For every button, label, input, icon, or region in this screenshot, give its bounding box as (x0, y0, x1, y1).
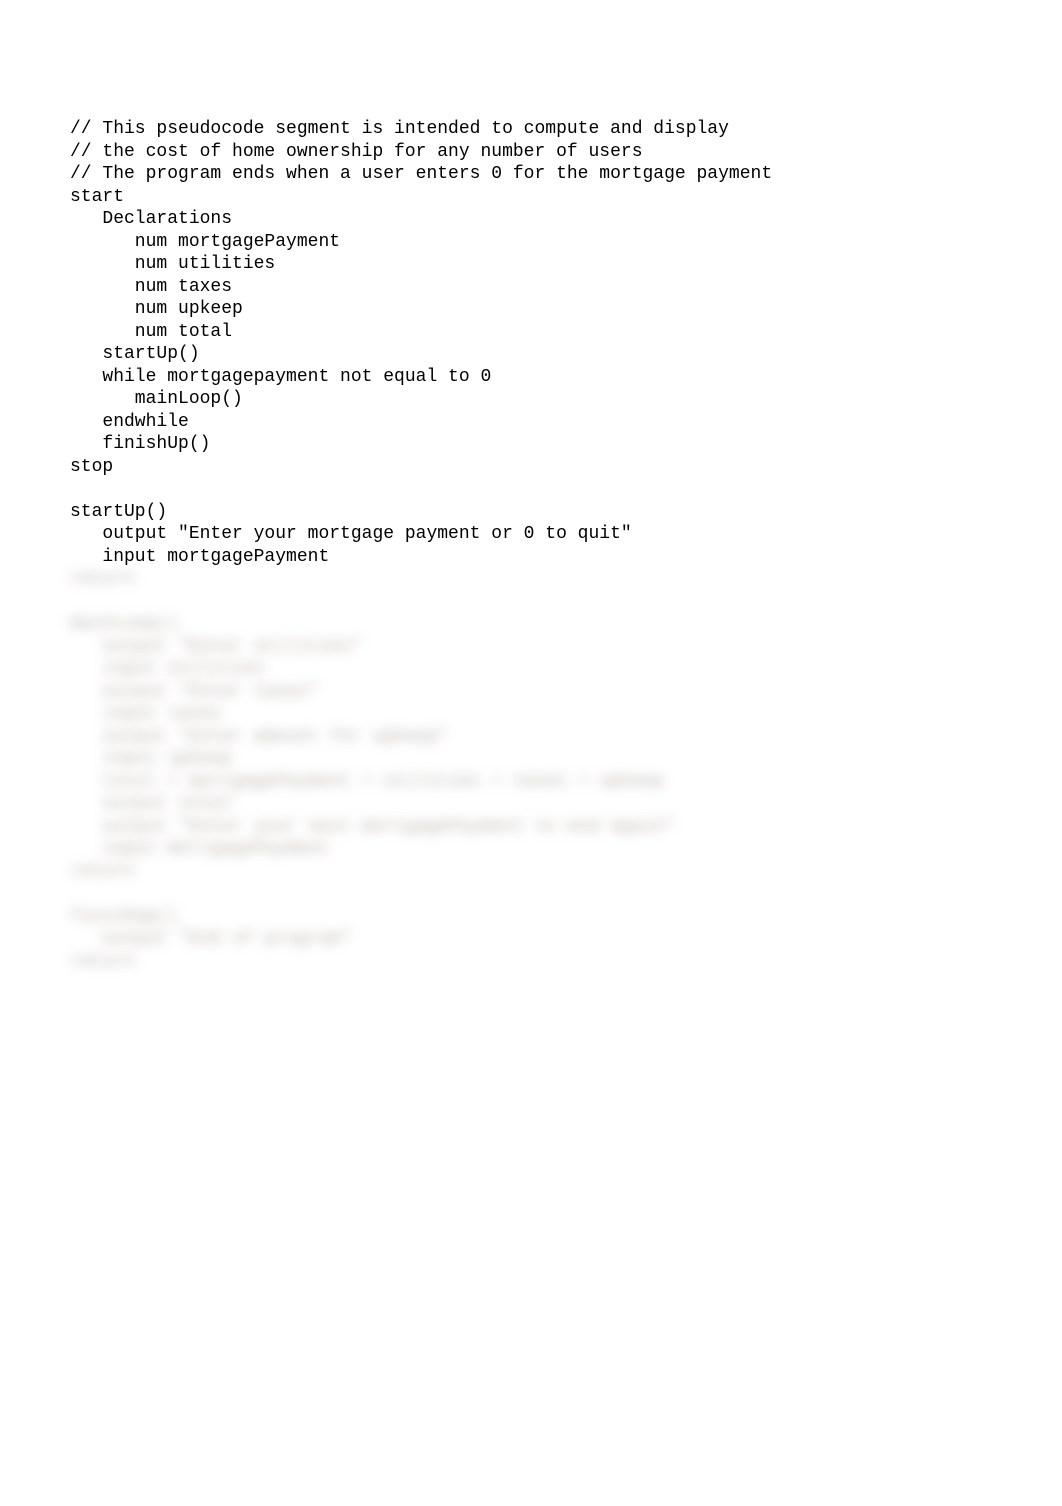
comment-line: // The program ends when a user enters 0… (70, 164, 772, 184)
blurred-code-line: input mortgagePayment (70, 839, 329, 859)
blurred-code-line: total = mortgagePayment + utilities + ta… (70, 772, 664, 792)
comment-line: // This pseudocode segment is intended t… (70, 119, 729, 139)
code-line: finishUp() (70, 434, 210, 454)
code-line: num upkeep (70, 299, 243, 319)
blurred-code-line: return (70, 862, 135, 882)
code-line: input mortgagePayment (70, 547, 329, 567)
code-line: startUp() (70, 344, 200, 364)
blurred-code-line: finishUp() (70, 907, 178, 927)
blurred-code-line: mainLoop() (70, 614, 178, 634)
pseudocode-block: // This pseudocode segment is intended t… (70, 118, 1062, 973)
code-line: endwhile (70, 412, 189, 432)
comment-line: // the cost of home ownership for any nu… (70, 142, 643, 162)
blurred-code-line: input utilities (70, 659, 264, 679)
code-line: output "Enter your mortgage payment or 0… (70, 524, 632, 544)
code-line: num mortgagePayment (70, 232, 340, 252)
code-line: mainLoop() (70, 389, 243, 409)
blurred-code-line: return (70, 569, 135, 589)
blurred-code-line: output "Enter taxes" (70, 682, 318, 702)
blurred-code-line: output total (70, 794, 232, 814)
blurred-code-line: input taxes (70, 704, 221, 724)
code-line: num total (70, 322, 232, 342)
blurred-code-line: return (70, 952, 135, 972)
blurred-code-line: output "End of program" (70, 929, 351, 949)
code-line: stop (70, 457, 113, 477)
code-line: while mortgagepayment not equal to 0 (70, 367, 491, 387)
blurred-code-line: output "Enter amount for upkeep" (70, 727, 448, 747)
blurred-code-line: output "Enter your next mortgagePayment … (70, 817, 675, 837)
code-line: startUp() (70, 502, 167, 522)
code-line: start (70, 187, 124, 207)
code-line: num utilities (70, 254, 275, 274)
blurred-code-line: input upkeep (70, 749, 232, 769)
blurred-code-line: output "Enter utilities" (70, 637, 362, 657)
code-line: Declarations (70, 209, 232, 229)
code-line: num taxes (70, 277, 232, 297)
